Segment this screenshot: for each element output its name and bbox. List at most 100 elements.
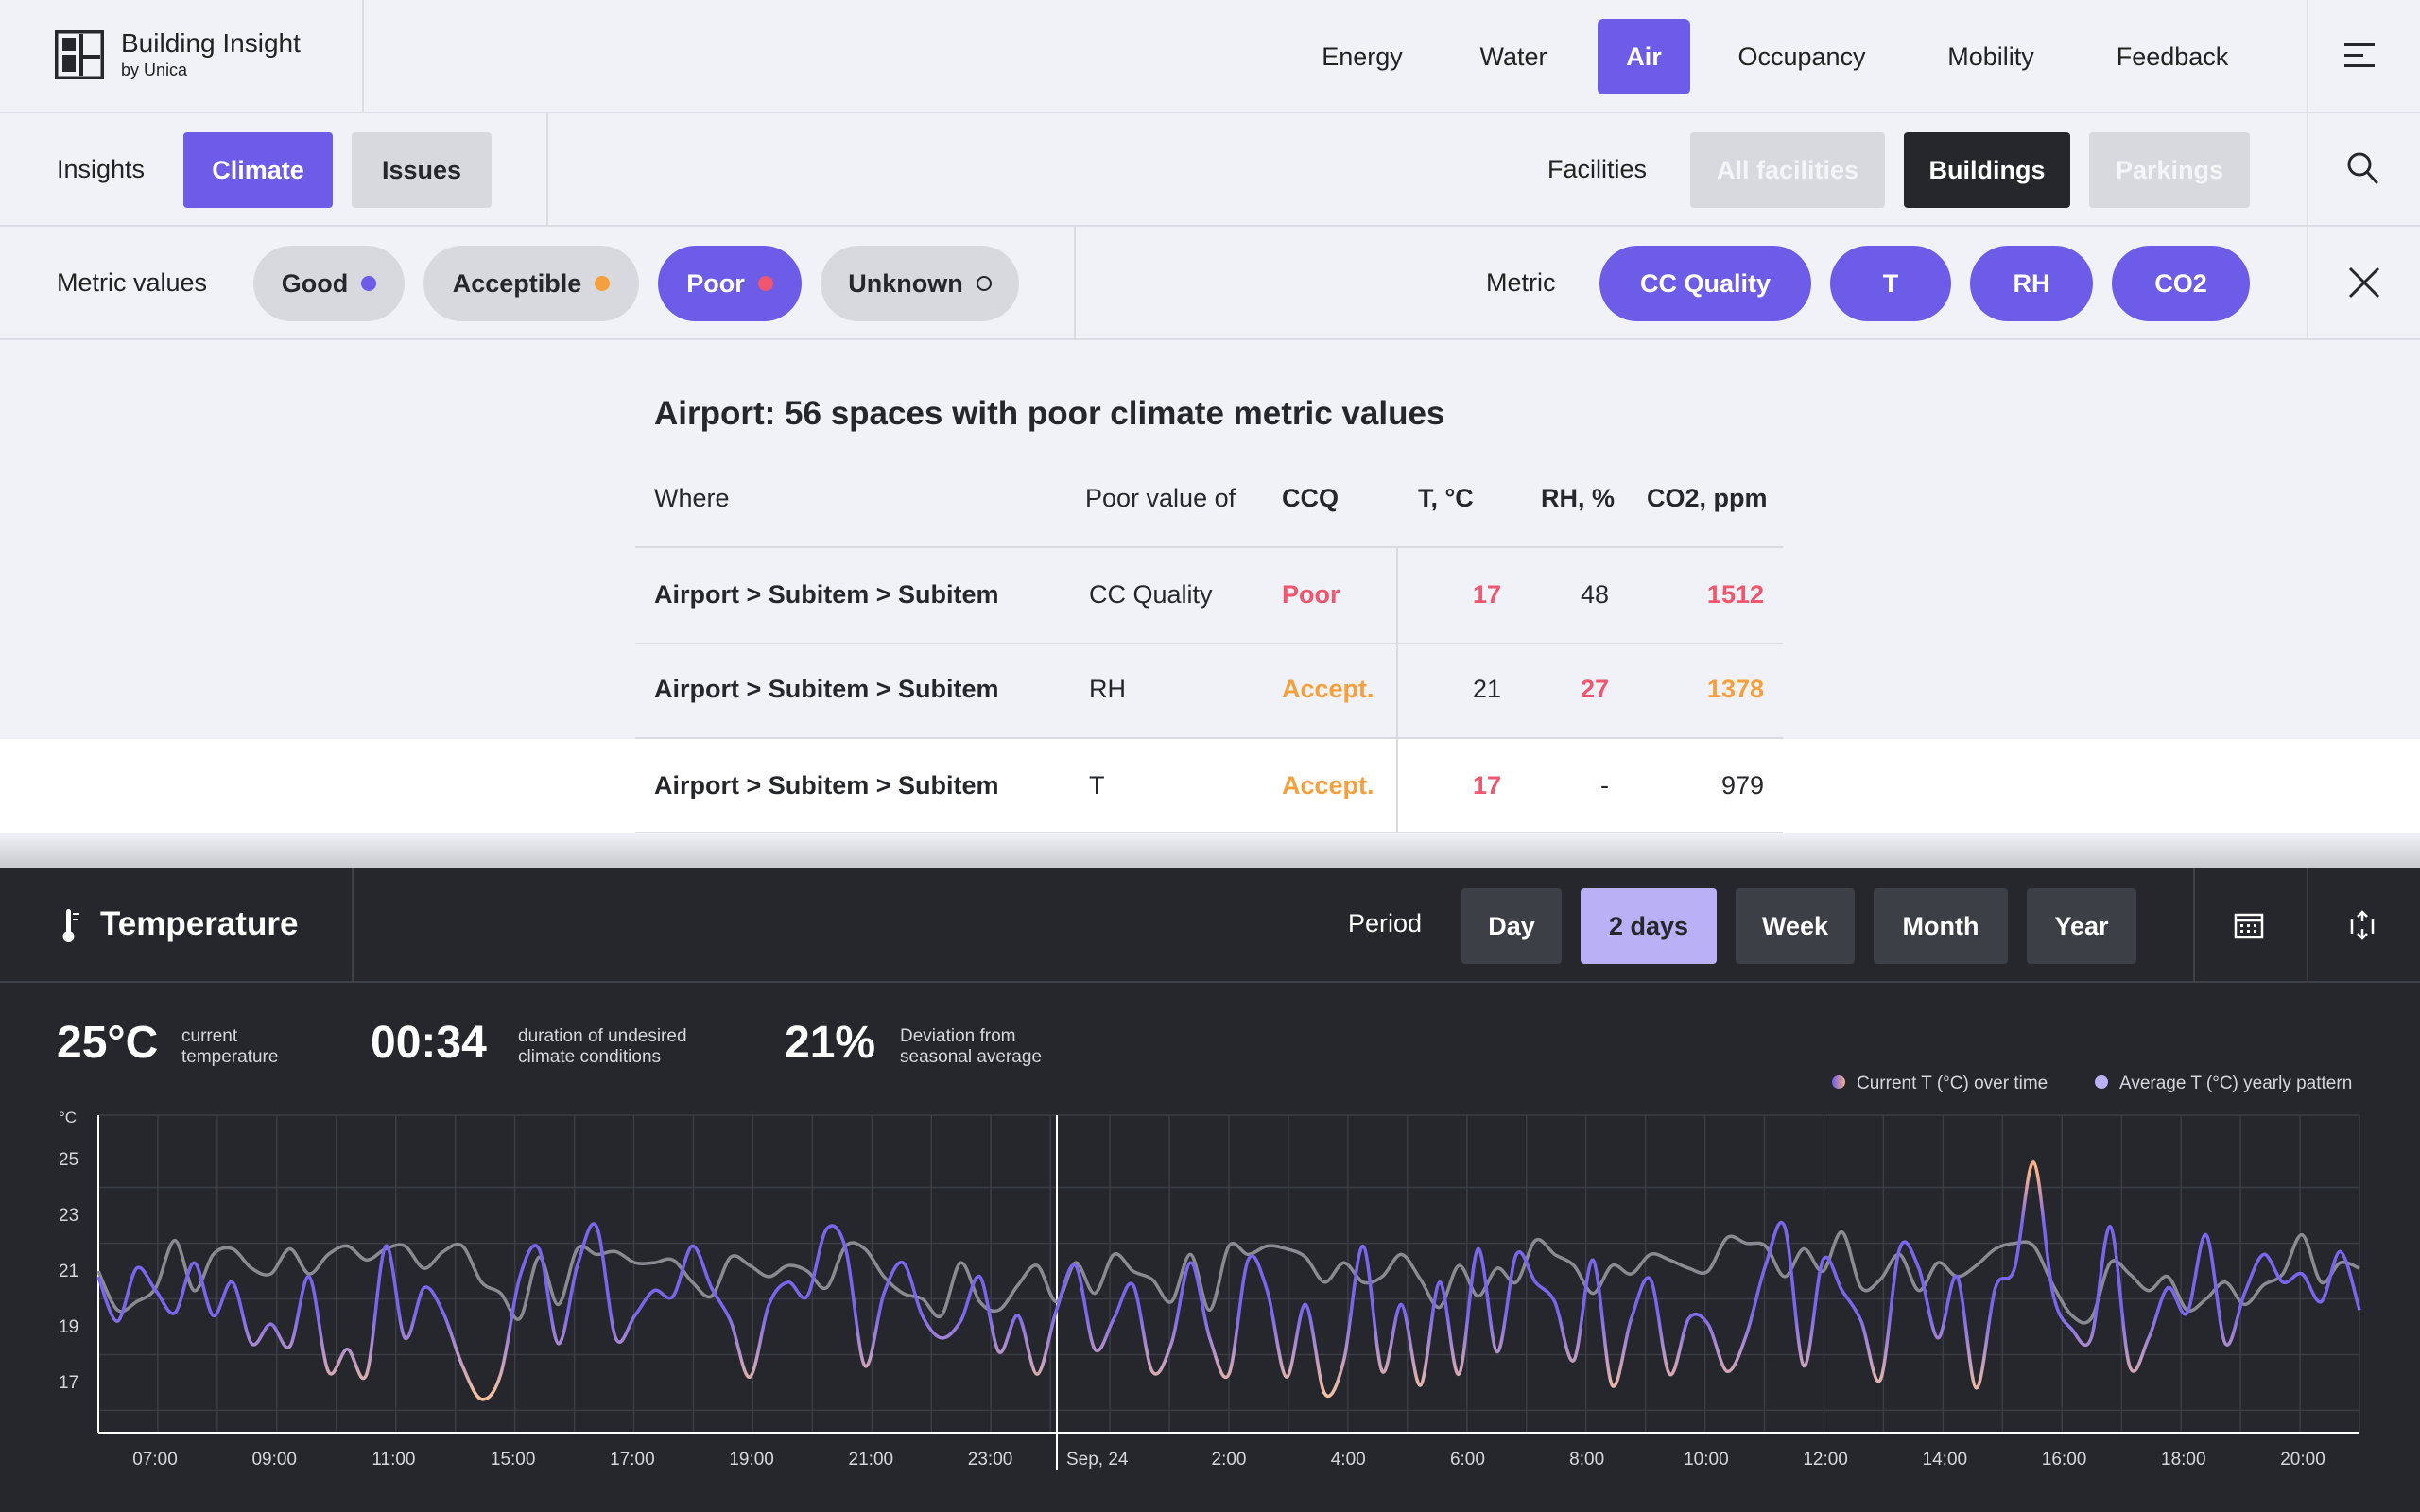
x-tick-label: 16:00 [2042, 1450, 2087, 1469]
metric-filter-bar: Metric values Good Acceptible Poor Unkno… [0, 227, 2420, 340]
period-day-button[interactable]: Day [1461, 888, 1562, 964]
cell-t: 17 [1472, 580, 1501, 609]
nav-air[interactable]: Air [1598, 19, 1690, 94]
cell-rh: 27 [1580, 675, 1609, 703]
cell-poor-value: T [1089, 771, 1105, 799]
nav-water[interactable]: Water [1456, 19, 1571, 94]
filter-all-facilities[interactable]: All facilities [1690, 132, 1885, 208]
deviation-desc: Deviation from seasonal average [900, 1026, 1042, 1068]
col-header-t: T, °C [1418, 484, 1474, 512]
thermometer-icon [62, 909, 79, 942]
period-year-button[interactable]: Year [2027, 888, 2136, 964]
divider [352, 868, 354, 981]
x-tick-label: 10:00 [1684, 1450, 1729, 1469]
x-tick-label: 11:00 [372, 1450, 415, 1469]
cell-ccq: Accept. [1282, 675, 1374, 703]
col-header-ccq: CCQ [1282, 484, 1339, 512]
sub-navigation-bar: Insights Climate Issues Facilities All f… [0, 113, 2420, 227]
x-tick-label: 20:00 [2280, 1450, 2325, 1469]
period-month-button[interactable]: Month [1874, 888, 2008, 964]
duration-value: 00:34 [371, 1018, 487, 1068]
metric-rh[interactable]: RH [1970, 246, 2093, 321]
filter-poor-label: Poor [686, 269, 745, 298]
table-divider [635, 546, 1783, 548]
x-tick-label: 07:00 [132, 1450, 178, 1469]
period-week-button[interactable]: Week [1736, 888, 1855, 964]
cell-co2: 1378 [1706, 675, 1764, 703]
cell-t: 17 [1472, 771, 1501, 799]
divider [2307, 0, 2308, 112]
x-tick-label: 4:00 [1331, 1450, 1366, 1469]
legend-average-dot-icon [2095, 1074, 2108, 1089]
y-tick-label: 21 [59, 1262, 78, 1281]
nav-mobility[interactable]: Mobility [1925, 19, 2057, 94]
duration-desc: duration of undesired climate conditions [518, 1026, 687, 1068]
cell-poor-value: RH [1089, 675, 1126, 703]
divider [2193, 868, 2195, 981]
cell-where: Airport > Subitem > Subitem [654, 580, 999, 609]
filter-good-label: Good [281, 269, 349, 298]
cell-t: 21 [1472, 675, 1501, 703]
col-header-rh: RH, % [1541, 484, 1616, 512]
tab-issues[interactable]: Issues [352, 132, 492, 208]
close-icon[interactable] [2348, 266, 2380, 299]
column-divider [1396, 548, 1398, 832]
cell-where: Airport > Subitem > Subitem [654, 675, 999, 703]
filter-buildings[interactable]: Buildings [1904, 132, 2070, 208]
filter-unknown[interactable]: Unknown [821, 246, 1019, 321]
filter-acceptible[interactable]: Acceptible [424, 246, 639, 321]
stat-desc-line: Deviation from [900, 1026, 1016, 1046]
filter-parkings[interactable]: Parkings [2089, 132, 2250, 208]
filter-poor[interactable]: Poor [658, 246, 802, 321]
cell-rh: - [1600, 771, 1609, 799]
divider [546, 113, 548, 225]
nav-occupancy[interactable]: Occupancy [1719, 19, 1885, 94]
divider [1074, 227, 1076, 338]
panel-shadow [0, 833, 2420, 868]
x-tick-label: 09:00 [251, 1450, 297, 1469]
cell-co2: 979 [1720, 771, 1764, 799]
metric-co2[interactable]: CO2 [2112, 246, 2250, 321]
acceptible-dot-icon [595, 275, 611, 291]
nav-energy[interactable]: Energy [1305, 19, 1420, 94]
x-tick-label: 2:00 [1212, 1450, 1247, 1469]
unknown-dot-icon [976, 275, 992, 291]
divider [2307, 227, 2308, 338]
calendar-icon[interactable] [2233, 909, 2265, 941]
legend-current-dot-icon [1832, 1074, 1845, 1089]
x-tick-label: 21:00 [849, 1450, 894, 1469]
metric-cc-quality[interactable]: CC Quality [1599, 246, 1811, 321]
stat-desc-line: seasonal average [900, 1047, 1042, 1067]
hamburger-menu-icon[interactable] [2344, 42, 2377, 70]
x-tick-label: Sep, 24 [1066, 1450, 1129, 1469]
panel-title: Temperature [100, 905, 299, 942]
highlighted-row-background [0, 739, 2420, 833]
metric-t[interactable]: T [1830, 246, 1951, 321]
filter-good[interactable]: Good [253, 246, 405, 321]
stat-desc-line: temperature [182, 1047, 279, 1067]
x-tick-label: 8:00 [1569, 1450, 1604, 1469]
x-tick-label: 17:00 [610, 1450, 655, 1469]
search-icon[interactable] [2346, 151, 2380, 187]
filter-unknown-label: Unknown [848, 269, 963, 298]
col-header-poor-value: Poor value of [1085, 484, 1236, 512]
y-tick-label: 17 [59, 1373, 78, 1393]
table-divider [635, 643, 1783, 644]
current-temperature-value: 25°C [57, 1018, 159, 1068]
legend-current: Current T (°C) over time [1832, 1074, 2048, 1094]
table-title: Airport: 56 spaces with poor climate met… [654, 395, 1445, 432]
stat-desc-line: current [182, 1026, 238, 1046]
temperature-chart: 17 19 21 23 25 °C 07:00 09:00 11:00 15:00 17:00 19:… [59, 1108, 2361, 1470]
period-2days-button[interactable]: 2 days [1581, 888, 1717, 964]
period-label: Period [1348, 909, 1423, 937]
legend-average: Average T (°C) yearly pattern [2095, 1074, 2352, 1094]
x-tick-label: 15:00 [491, 1450, 536, 1469]
collapse-panel-icon[interactable] [2346, 909, 2378, 941]
filter-acceptible-label: Acceptible [452, 269, 582, 298]
tab-climate[interactable]: Climate [183, 132, 333, 208]
good-dot-icon [361, 275, 377, 291]
table-divider [635, 737, 1783, 739]
nav-feedback[interactable]: Feedback [2099, 19, 2246, 94]
poor-dot-icon [757, 275, 773, 291]
col-header-co2: CO2, ppm [1647, 484, 1768, 512]
